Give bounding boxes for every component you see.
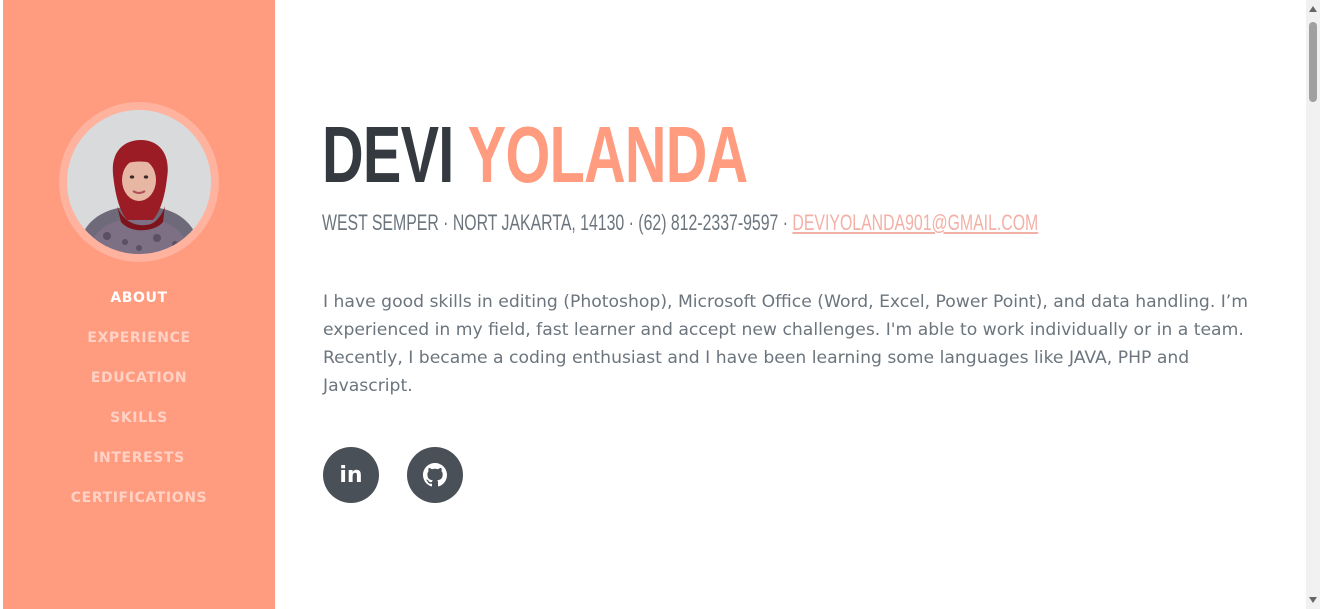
linkedin-button[interactable]: in [323, 447, 379, 503]
about-text: I have good skills in editing (Photoshop… [323, 292, 1249, 396]
scroll-up-arrow-icon[interactable] [1309, 6, 1317, 12]
page-title: DEVI YOLANDA [322, 110, 748, 200]
vertical-scrollbar[interactable] [1306, 0, 1320, 609]
github-icon [423, 463, 447, 487]
profile-photo [67, 110, 211, 254]
last-name: YOLANDA [467, 110, 748, 199]
nav-item-skills[interactable]: SKILLS [3, 405, 275, 445]
scroll-down-arrow-icon[interactable] [1309, 597, 1317, 603]
main-content: DEVI YOLANDA WEST SEMPER · NORT JAKARTA,… [275, 0, 1306, 609]
nav-item-certifications[interactable]: CERTIFICATIONS [3, 485, 275, 525]
scroll-thumb[interactable] [1309, 22, 1317, 102]
sidebar-nav: ABOUT EXPERIENCE EDUCATION SKILLS INTERE… [3, 285, 275, 525]
nav-item-experience[interactable]: EXPERIENCE [3, 325, 275, 365]
sidebar: ABOUT EXPERIENCE EDUCATION SKILLS INTERE… [3, 0, 275, 609]
first-name: DEVI [322, 110, 454, 199]
nav-item-about[interactable]: ABOUT [3, 285, 275, 325]
nav-item-education[interactable]: EDUCATION [3, 365, 275, 405]
contact-info: WEST SEMPER · NORT JAKARTA, 14130 · (62)… [322, 210, 1038, 236]
address-text: WEST SEMPER · NORT JAKARTA, 14130 · (62)… [322, 210, 793, 235]
avatar-ring [59, 102, 219, 262]
github-button[interactable] [407, 447, 463, 503]
nav-item-interests[interactable]: INTERESTS [3, 445, 275, 485]
linkedin-icon: in [339, 462, 363, 488]
email-link[interactable]: DEVIYOLANDA901@GMAIL.COM [792, 210, 1038, 235]
avatar [67, 110, 211, 254]
